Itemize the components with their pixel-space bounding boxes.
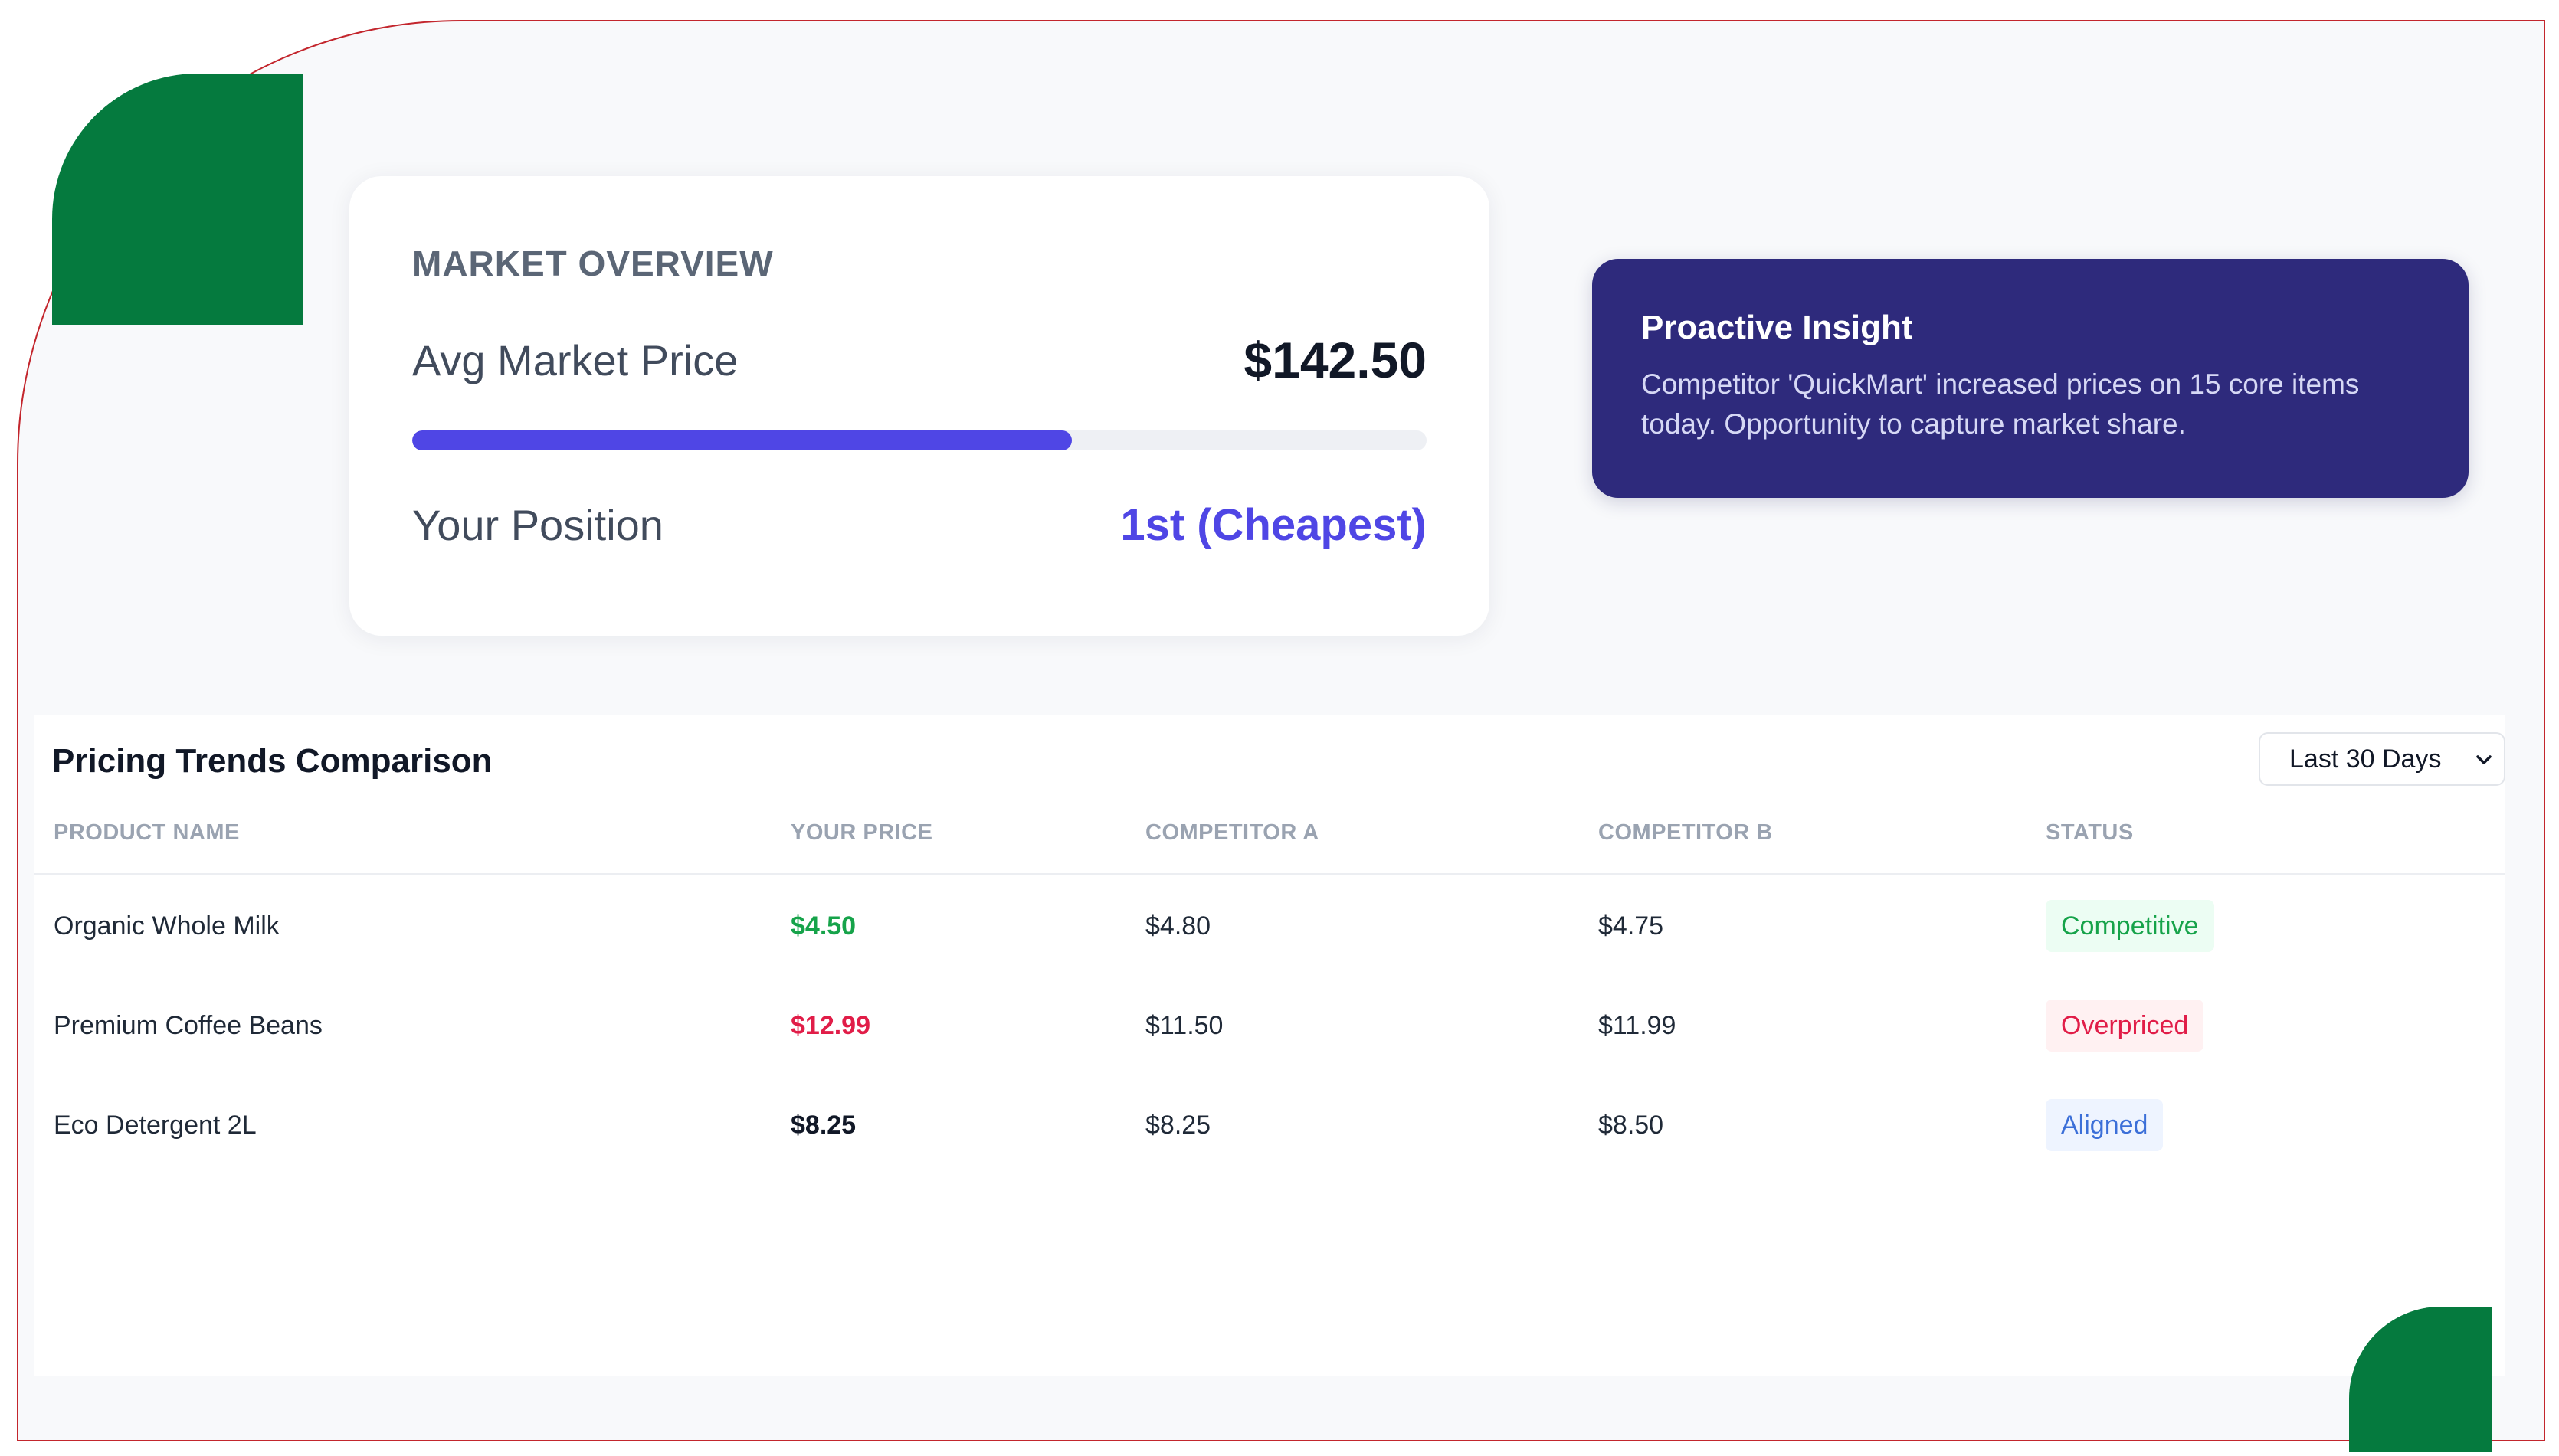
competitor-a-cell: $4.80 [1145,911,1211,941]
proactive-insight-card: Proactive Insight Competitor 'QuickMart'… [1592,259,2469,498]
competitor-b-cell: $8.50 [1598,1111,1664,1140]
competitor-b-cell: $4.75 [1598,911,1664,941]
your-price-cell: $8.25 [791,1111,857,1140]
avg-market-price-value: $142.50 [1243,332,1427,388]
table-row[interactable]: Premium Coffee Beans $12.99 $11.50 $11.9… [34,976,2505,1075]
pricing-trends-title: Pricing Trends Comparison [52,742,493,780]
market-overview-title: MARKET OVERVIEW [412,244,774,283]
status-badge: Aligned [2046,1099,2164,1151]
column-header-status[interactable]: STATUS [2046,810,2134,875]
table-row[interactable]: Eco Detergent 2L $8.25 $8.25 $8.50 Align… [34,1075,2505,1175]
status-badge: Competitive [2046,900,2214,952]
competitor-a-cell: $8.25 [1145,1111,1211,1140]
your-position-label: Your Position [412,500,664,549]
date-range-select[interactable]: Last 30 Days [2259,732,2505,786]
status-badge: Overpriced [2046,1000,2204,1052]
column-header-your-price[interactable]: YOUR PRICE [791,810,932,875]
market-overview-card: MARKET OVERVIEW Avg Market Price $142.50… [349,176,1489,636]
your-position-row: Your Position 1st (Cheapest) [412,498,1427,551]
chevron-down-icon [2476,755,2492,764]
insight-text: Competitor 'QuickMart' increased prices … [1641,368,2360,440]
product-name-cell: Organic Whole Milk [54,911,280,941]
your-position-value: 1st (Cheapest) [1120,499,1427,550]
pricing-trends-panel: Pricing Trends Comparison Last 30 Days P… [34,715,2505,1376]
competitor-a-cell: $11.50 [1145,1011,1224,1040]
product-name-cell: Premium Coffee Beans [54,1011,323,1040]
competitor-b-cell: $11.99 [1598,1011,1676,1040]
table-header: PRODUCT NAME YOUR PRICE COMPETITOR A COM… [34,810,2505,875]
avg-market-price-row: Avg Market Price $142.50 [412,332,1427,388]
progress-fill [412,430,1072,450]
column-header-competitor-b[interactable]: COMPETITOR B [1598,810,1773,875]
column-header-competitor-a[interactable]: COMPETITOR A [1145,810,1319,875]
date-range-selected-value: Last 30 Days [2289,744,2442,774]
market-position-progress-bar [412,430,1427,450]
avg-market-price-label: Avg Market Price [412,335,739,384]
table-row[interactable]: Organic Whole Milk $4.50 $4.80 $4.75 Com… [34,876,2505,976]
insight-title: Proactive Insight [1641,309,1913,346]
your-price-cell: $12.99 [791,1011,870,1040]
product-name-cell: Eco Detergent 2L [54,1111,257,1140]
column-header-product-name[interactable]: PRODUCT NAME [54,810,240,875]
your-price-cell: $4.50 [791,911,857,941]
decorative-shape-top-left [52,74,303,325]
